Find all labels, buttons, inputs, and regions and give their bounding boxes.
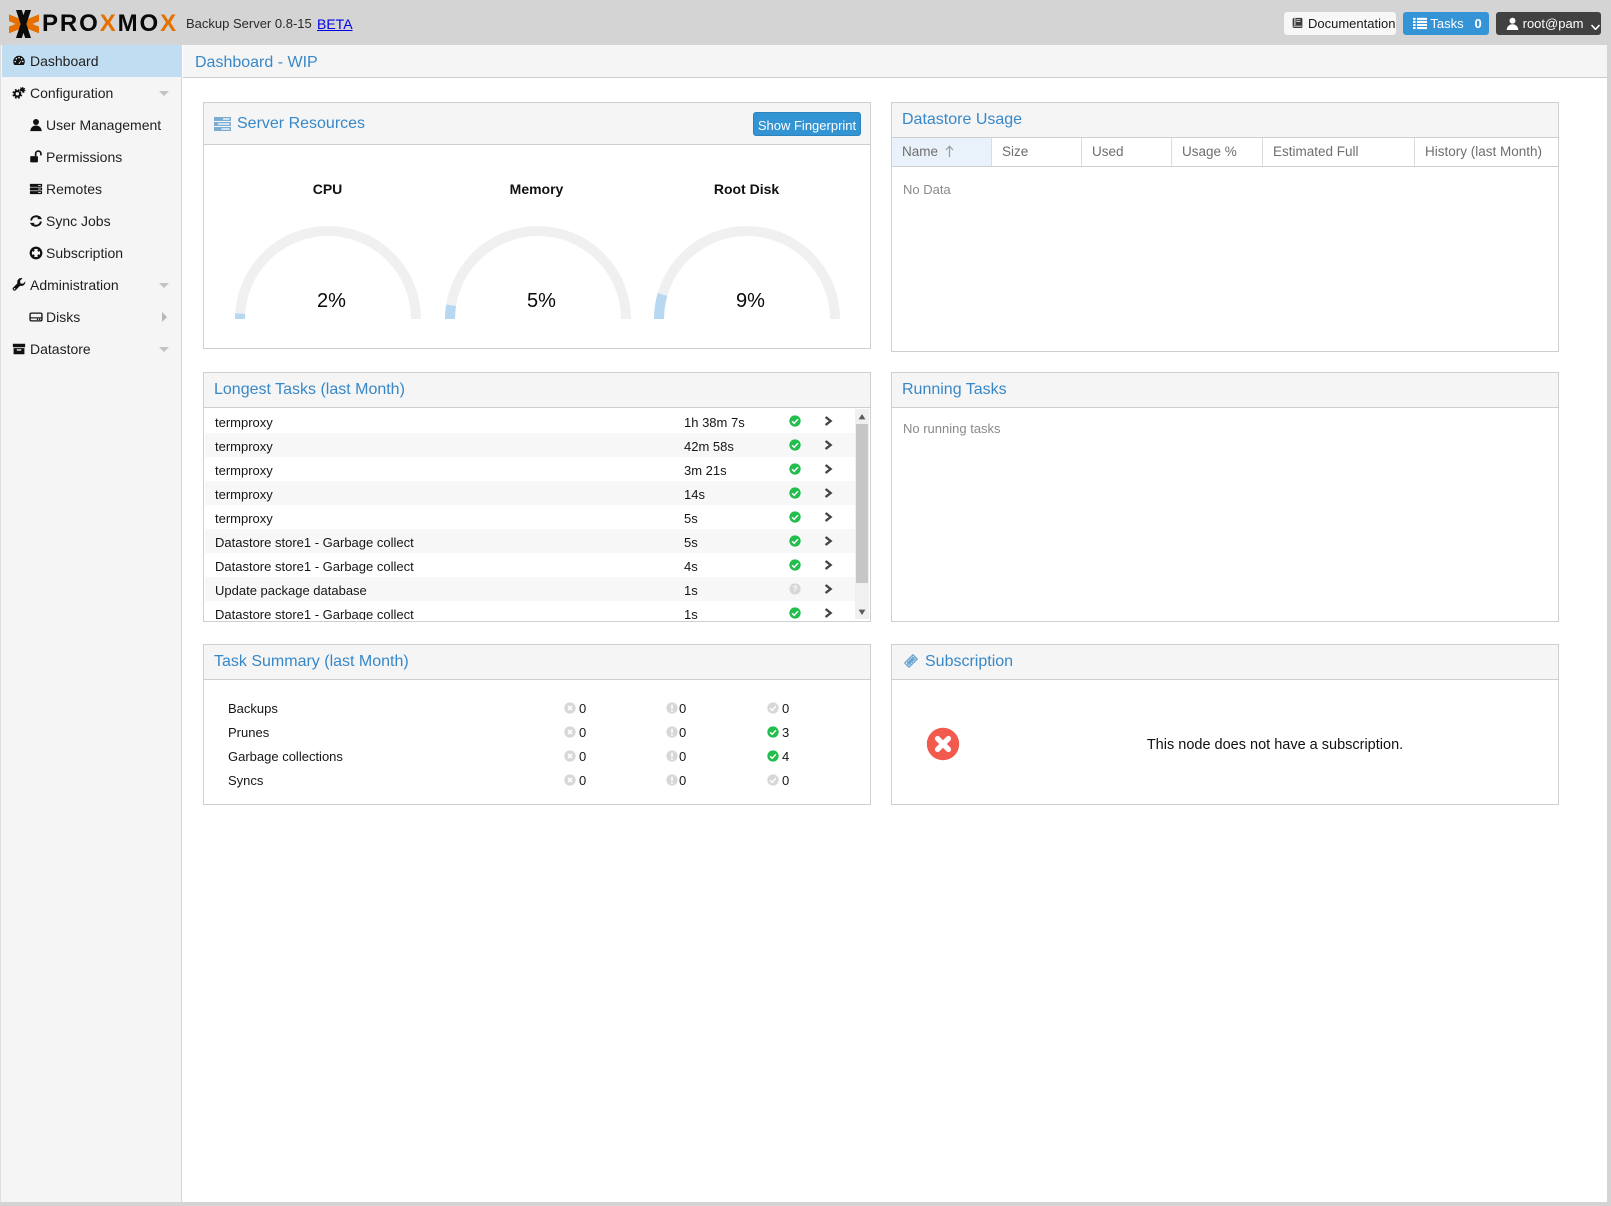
svg-text:5%: 5% bbox=[527, 290, 556, 312]
svg-text:?: ? bbox=[793, 585, 798, 594]
svg-text:9%: 9% bbox=[736, 290, 765, 312]
svg-text:2%: 2% bbox=[317, 290, 346, 312]
